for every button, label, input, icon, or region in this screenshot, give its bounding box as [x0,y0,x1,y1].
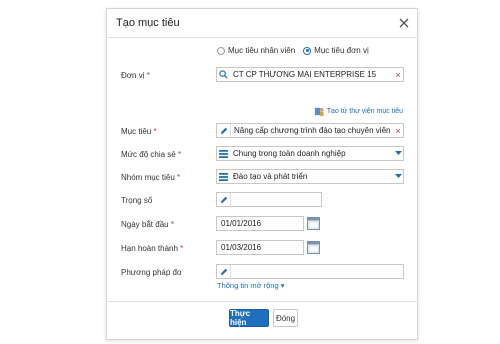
objective-value: Nâng cấp chương trình đào tạo chuyên viê… [234,126,393,135]
unit-label: Đơn vị * [121,71,150,80]
list-icon [217,170,230,183]
radio-checked-icon[interactable] [303,46,312,55]
submit-button[interactable]: Thực hiện [229,309,269,327]
library-icon [314,107,324,117]
radio-unchecked-icon[interactable] [217,46,225,55]
objective-type-radio-group: Mục tiêu nhân viên Mục tiêu đơn vị [217,46,369,55]
method-label: Phương pháp đo [121,268,182,277]
radio-label: Mục tiêu đơn vị [314,46,369,55]
create-objective-dialog: Tạo mục tiêu Mục tiêu nhân viên Mục tiêu… [106,8,418,340]
sharing-level-value: Chung trong toàn doanh nghiệp [233,149,346,158]
objective-label: Mục tiêu * [121,127,157,136]
search-icon[interactable] [217,68,230,81]
sharing-level-select[interactable]: Chung trong toàn doanh nghiệp [216,146,404,161]
weight-label: Trọng số [121,196,153,205]
clear-icon[interactable]: × [393,126,403,136]
due-date-label: Hạn hoàn thành * [121,244,184,253]
pencil-icon [217,124,230,137]
radio-unit-objective[interactable]: Mục tiêu đơn vị [303,46,369,55]
pencil-icon [217,265,230,278]
objective-group-label: Nhóm mục tiêu * [121,173,181,182]
create-from-library-link[interactable]: Tạo từ thư viện mục tiêu [314,106,403,117]
calendar-icon[interactable] [307,241,320,254]
unit-value: CT CP THƯƠNG MẠI ENTERPRISE 15 [233,70,377,79]
method-field[interactable] [216,264,404,279]
calendar-icon[interactable] [307,217,320,230]
chevron-down-icon[interactable] [393,151,403,156]
radio-label: Mục tiêu nhân viên [228,46,296,55]
chevron-down-icon[interactable] [393,174,403,179]
footer-divider [107,301,417,302]
header-divider [107,37,417,38]
sharing-level-label: Mức độ chia sẻ * [121,150,182,159]
clear-icon[interactable]: × [393,70,403,80]
pencil-icon [217,193,230,206]
objective-group-select[interactable]: Đào tạo và phát triển [216,169,404,184]
expand-info-link[interactable]: Thông tin mở rộng ▾ [217,281,284,290]
list-icon [217,147,230,160]
due-date-input[interactable]: 01/03/2016 [216,240,304,255]
dialog-title: Tạo mục tiêu [116,17,180,29]
chevron-down-icon: ▾ [280,281,285,290]
close-icon[interactable] [398,17,410,29]
start-date-input[interactable]: 01/01/2016 [216,216,304,231]
weight-field[interactable] [216,192,322,207]
close-button[interactable]: Đóng [273,309,298,327]
start-date-label: Ngày bắt đầu * [121,220,174,229]
radio-employee-objective[interactable]: Mục tiêu nhân viên [217,46,295,55]
objective-field[interactable]: Nâng cấp chương trình đào tạo chuyên viê… [216,123,404,138]
unit-field[interactable]: CT CP THƯƠNG MẠI ENTERPRISE 15 × [216,67,404,82]
objective-group-value: Đào tạo và phát triển [233,172,308,181]
